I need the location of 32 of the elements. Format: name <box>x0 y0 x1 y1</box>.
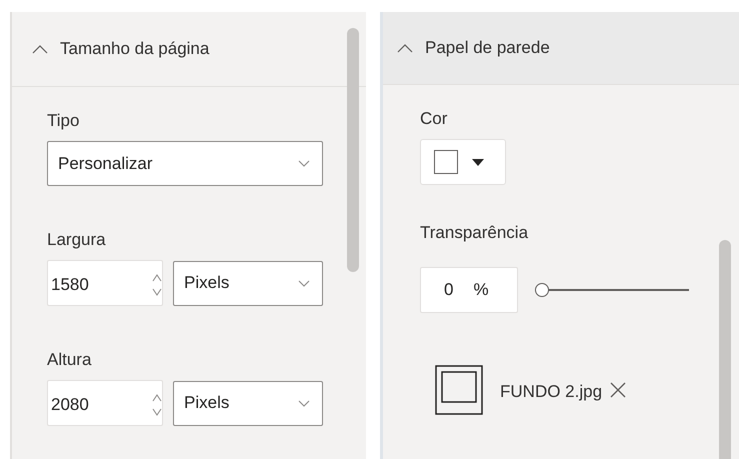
field-label: Transparência <box>420 223 528 243</box>
scrollbar[interactable] <box>719 240 731 459</box>
field-label: Altura <box>47 350 92 370</box>
chevron-up-icon <box>32 44 48 54</box>
caret-down-icon <box>472 158 484 166</box>
scrollbar[interactable] <box>347 28 359 272</box>
section-title: Papel de parede <box>425 38 550 58</box>
field-label: Tipo <box>47 111 80 131</box>
slider-thumb[interactable] <box>535 283 549 297</box>
color-swatch-icon <box>434 150 458 174</box>
image-frame-icon <box>435 365 483 415</box>
section-header[interactable]: Papel de parede <box>383 12 739 85</box>
percent-field[interactable]: 0 % <box>420 267 518 313</box>
chevron-down-icon <box>298 160 310 167</box>
field-label: Cor <box>420 109 448 129</box>
unit-dropdown[interactable]: Pixels <box>173 380 323 426</box>
spinner-arrows-icon[interactable] <box>152 272 162 298</box>
number-field[interactable]: 2080 <box>47 380 163 426</box>
file-name: FUNDO 2.jpg <box>500 382 602 402</box>
color-picker-button[interactable] <box>420 139 506 185</box>
chevron-up-icon <box>397 42 413 54</box>
section-title: Tamanho da página <box>60 39 210 59</box>
dropdown[interactable]: Personalizar <box>47 141 323 186</box>
chevron-down-icon <box>298 280 310 286</box>
field-label: Largura <box>47 230 106 250</box>
slider-track[interactable] <box>535 282 689 298</box>
number-field[interactable]: 1580 <box>47 260 163 306</box>
close-icon[interactable] <box>610 382 626 398</box>
percent-sign: % <box>473 280 489 300</box>
chevron-down-icon <box>298 400 310 406</box>
spinner-arrows-icon[interactable] <box>152 392 162 418</box>
unit-dropdown[interactable]: Pixels <box>173 260 323 306</box>
